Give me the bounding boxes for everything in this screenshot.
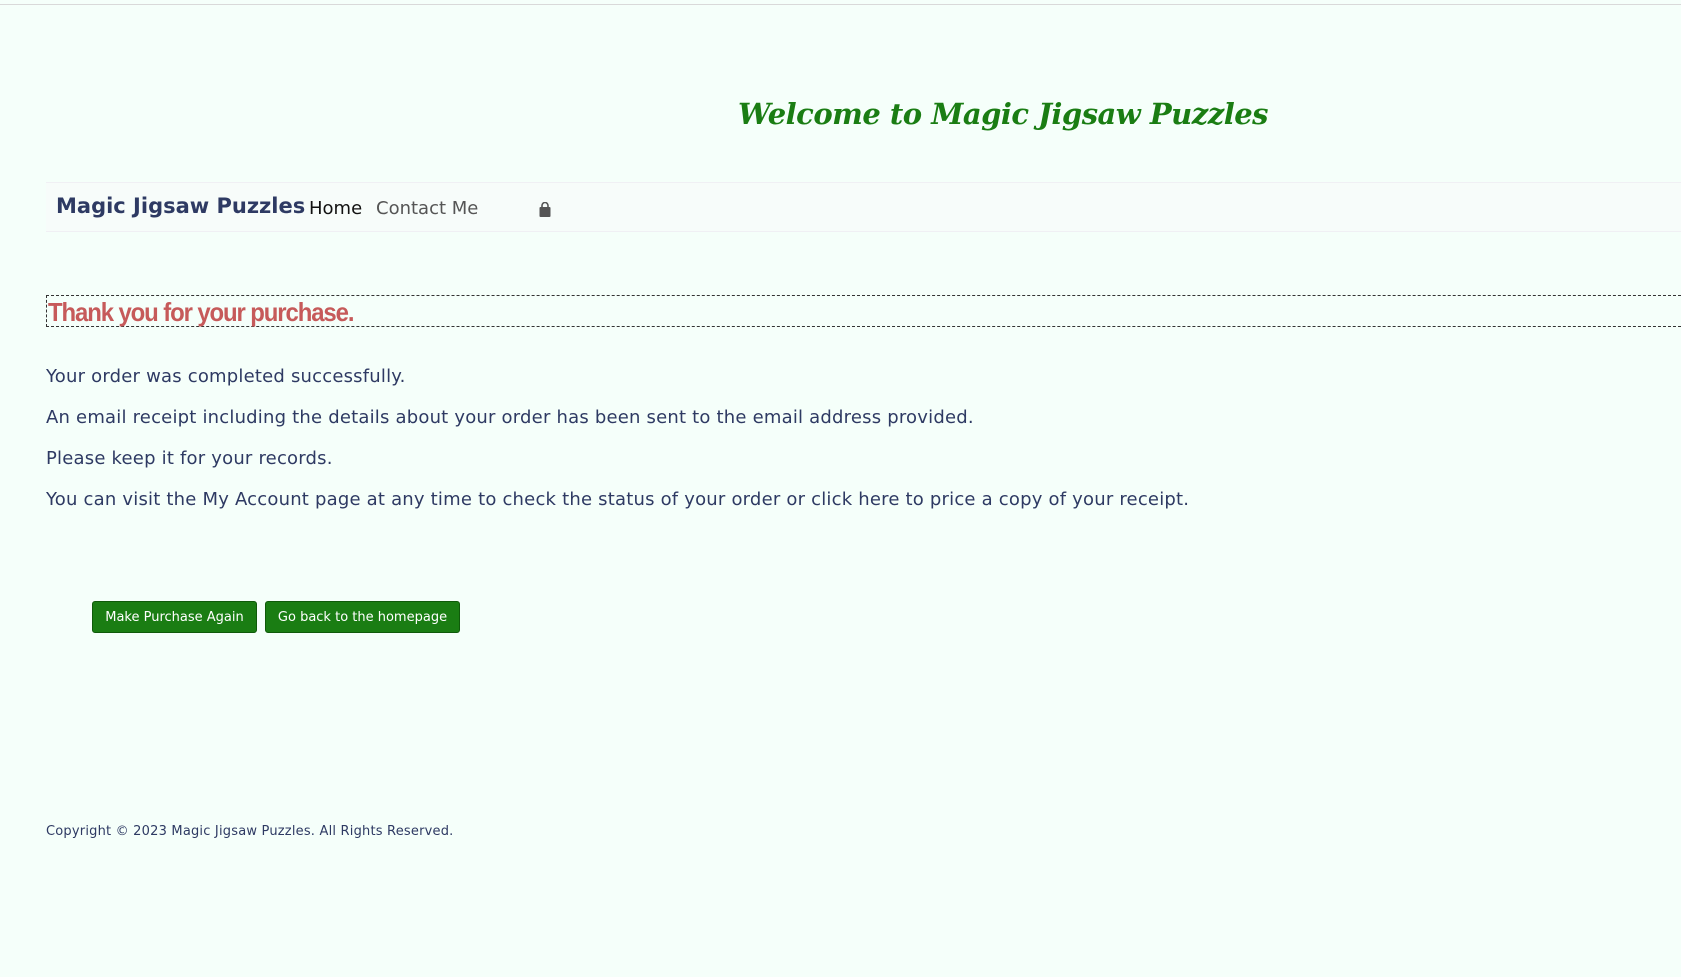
top-border — [0, 4, 1681, 5]
thank-you-heading: Thank you for your purchase. — [48, 297, 354, 327]
shopping-bag-icon[interactable] — [538, 201, 552, 218]
nav-home[interactable]: Home — [309, 198, 362, 219]
order-success-message: Your order was completed successfully. — [46, 366, 406, 387]
keep-records-message: Please keep it for your records. — [46, 448, 333, 469]
account-info-message: You can visit the My Account page at any… — [46, 489, 1190, 510]
go-homepage-button[interactable]: Go back to the homepage — [265, 601, 460, 633]
nav-contact[interactable]: Contact Me — [376, 198, 478, 219]
brand-link[interactable]: Magic Jigsaw Puzzles — [56, 194, 305, 218]
make-purchase-again-button[interactable]: Make Purchase Again — [92, 601, 257, 633]
copyright-text: Copyright © 2023 Magic Jigsaw Puzzles. A… — [46, 824, 454, 839]
navbar: Magic Jigsaw Puzzles Home Contact Me — [46, 182, 1681, 232]
email-receipt-message: An email receipt including the details a… — [46, 407, 974, 428]
thank-you-banner: Thank you for your purchase. — [46, 295, 1681, 327]
welcome-title: Welcome to Magic Jigsaw Puzzles — [738, 97, 1269, 131]
